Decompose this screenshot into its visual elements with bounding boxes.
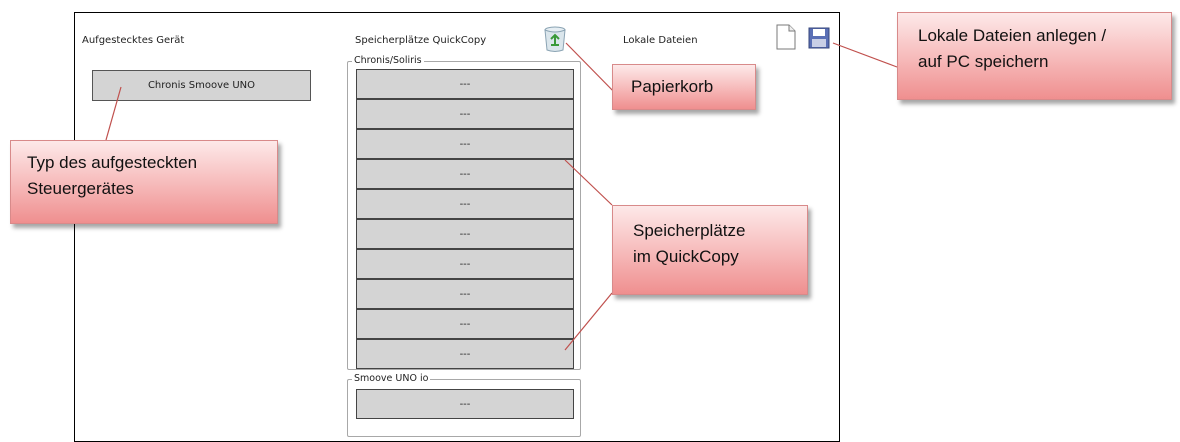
callout-local-files-line1: Lokale Dateien anlegen / xyxy=(918,26,1107,45)
callout-local-files-line2: auf PC speichern xyxy=(918,52,1049,71)
callout-quickcopy-slots-line1: Speicherplätze xyxy=(633,221,746,240)
callout-device-type-line1: Typ des aufgesteckten xyxy=(27,153,198,172)
callout-recycle-bin: Papierkorb xyxy=(612,64,756,110)
callout-local-files: Lokale Dateien anlegen / auf PC speicher… xyxy=(897,12,1172,100)
callout-quickcopy-slots-line2: im QuickCopy xyxy=(633,247,739,266)
callout-device-type: Typ des aufgesteckten Steuergerätes xyxy=(10,140,278,224)
callout-recycle-bin-label: Papierkorb xyxy=(631,77,714,96)
callout-quickcopy-slots: Speicherplätze im QuickCopy xyxy=(612,205,808,295)
callout-device-type-line2: Steuergerätes xyxy=(27,179,134,198)
